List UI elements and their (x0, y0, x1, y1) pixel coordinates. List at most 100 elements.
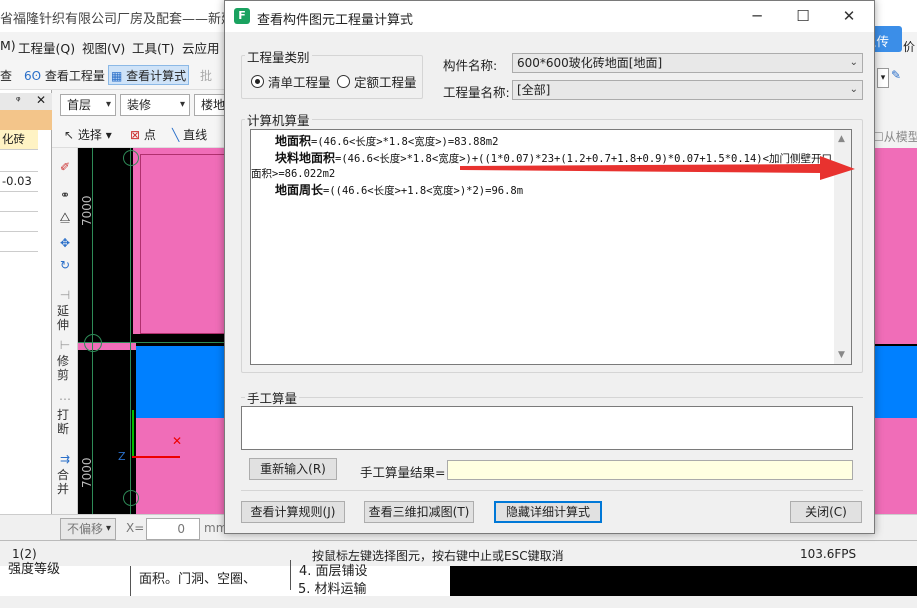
axis-bubble (123, 490, 139, 506)
radio-quota-quantity[interactable]: 定额工程量 (337, 72, 417, 91)
formula-icon: ▦ (111, 69, 123, 83)
extend-button[interactable]: 延伸 (56, 304, 70, 332)
property-row[interactable] (0, 232, 38, 252)
doc-cell: 强度等级 (8, 562, 61, 577)
pencil-icon[interactable]: ✎ (891, 68, 901, 82)
app-logo-icon: F (234, 8, 250, 24)
x-axis-icon: ✕ (172, 434, 183, 448)
line-tool-button[interactable]: ╲ 直线 (172, 126, 207, 143)
point-icon: ⊠ (130, 128, 141, 142)
property-row[interactable]: -0.03 (0, 172, 38, 192)
x-label: X= (126, 521, 145, 535)
hide-detail-formula-button[interactable]: 隐藏详细计算式 (494, 501, 602, 523)
view-quantity-button[interactable]: 6ʘ 查看工程量 (24, 66, 105, 86)
calc-section-label: 计算机算量 (245, 110, 312, 129)
menu-item-tools[interactable]: 工具(T) (132, 38, 174, 57)
divider (241, 490, 863, 491)
drawing-canvas-right[interactable] (873, 148, 917, 514)
property-row[interactable] (0, 192, 38, 212)
toolbar-frag-right[interactable]: 批 (200, 66, 212, 86)
quantity-formula-dialog: F 查看构件图元工程量计算式 ─ ☐ ✕ 工程量类别 清单工程量 定额工程量 构… (224, 0, 875, 534)
property-row[interactable]: 化砖 (0, 130, 38, 150)
y-axis-indicator (132, 410, 134, 458)
component-name-label: 构件名称: (443, 58, 498, 73)
close-icon[interactable]: ✕ (36, 93, 46, 107)
pin-icon[interactable]: ᵠ (16, 94, 21, 107)
chevron-down-icon: ⌄ (849, 57, 858, 68)
dialog-title-bar[interactable]: F 查看构件图元工程量计算式 ─ ☐ ✕ (225, 1, 874, 32)
merge-button[interactable]: 合并 (56, 468, 70, 496)
properties-panel: ᵠ ✕ 化砖 -0.03 (0, 90, 52, 514)
from-model-button[interactable]: ☐从模型 (873, 128, 917, 145)
break-button[interactable]: 打断 (56, 408, 70, 436)
menu-item-quantity[interactable]: 工程量(Q) (18, 38, 75, 57)
minimize-button[interactable]: ─ (734, 1, 780, 32)
scroll-down-icon[interactable]: ▼ (838, 350, 845, 360)
close-window-button[interactable]: ✕ (826, 1, 872, 32)
view-formula-button[interactable]: ▦ 查看计算式 (108, 65, 190, 85)
manual-input-area[interactable] (241, 406, 853, 450)
status-bar: 1(2) 按鼠标左键选择图元，按右键中止或ESC键取消 103.6FPS (0, 540, 917, 566)
radio-list-quantity[interactable]: 清单工程量 (251, 72, 331, 91)
right-frag-price: 价 (903, 40, 916, 54)
red-arrow-annotation (460, 156, 855, 180)
divider (241, 397, 863, 398)
trim-icon: ⊢ (59, 338, 71, 352)
component-name-select[interactable]: 600*600玻化砖地面[地面] ⌄ (512, 53, 863, 73)
close-button[interactable]: 关闭(C) (790, 501, 862, 523)
quantity-type-label: 工程量类别 (245, 47, 312, 66)
drawing-canvas[interactable]: 7000 7000 ✕ Z (78, 148, 225, 514)
toolbar-frag[interactable]: 查 (0, 66, 12, 86)
manual-result-field[interactable] (447, 460, 853, 480)
property-row[interactable] (0, 152, 38, 172)
mirror-icon[interactable]: ⧋ (56, 210, 74, 224)
category-select[interactable]: 装修 ▾ (120, 94, 190, 116)
x-input[interactable]: 0 (146, 518, 200, 540)
floor-outline (140, 154, 225, 334)
trim-button[interactable]: 修剪 (56, 354, 70, 382)
z-axis-icon: Z (118, 450, 126, 463)
blue-region[interactable] (873, 346, 917, 418)
x-axis-indicator (132, 456, 180, 458)
chevron-down-icon: ▾ (179, 99, 185, 110)
glasses-icon: 6ʘ (24, 69, 42, 83)
break-icon: ⋯ (59, 392, 71, 406)
radio-selected-icon (251, 75, 264, 88)
doc-cell: 面积。门洞、空圈、 (130, 566, 290, 596)
floor-select[interactable]: 首层 ▾ (60, 94, 116, 116)
view-3d-deduction-button[interactable]: 查看三维扣减图(T) (364, 501, 474, 523)
background-document: 强度等级 面积。门洞、空圈、 4. 面层铺设 5. 材料运输 (0, 560, 917, 597)
pink-floor-region[interactable] (873, 148, 917, 344)
view-formula-label: 查看计算式 (126, 69, 187, 83)
point-tool-button[interactable]: ⊠ 点 (130, 126, 156, 143)
quantity-name-select[interactable]: [全部] ⌄ (512, 80, 863, 100)
manual-section-label: 手工算量 (245, 388, 300, 407)
dimension-label: 7000 (80, 195, 94, 226)
dropdown-arrow-icon[interactable]: ▾ (877, 68, 889, 88)
brush-icon[interactable]: ✐ (56, 160, 74, 174)
merge-icon: ⇉ (59, 452, 71, 466)
chevron-down-icon: ▾ (105, 99, 111, 110)
move-icon[interactable]: ✥ (56, 236, 74, 250)
dimension-label: 7000 (80, 457, 94, 488)
formula-line-tile-area-cont: 面积>=86.022m2 (251, 168, 336, 180)
menu-item-cloud[interactable]: 云应用 (182, 38, 220, 57)
menu-item-frag[interactable]: M) (0, 38, 16, 53)
menu-item-view[interactable]: 视图(V) (82, 38, 125, 57)
panel-header: ᵠ ✕ (0, 93, 52, 111)
line-icon: ╲ (172, 128, 180, 142)
property-row[interactable] (0, 212, 38, 232)
maximize-button[interactable]: ☐ (780, 1, 826, 32)
rotate-icon[interactable]: ↻ (56, 258, 74, 272)
select-tool-button[interactable]: ↖ 选择 ▾ (64, 126, 112, 143)
view-rules-button[interactable]: 查看计算规则(J) (241, 501, 345, 523)
pink-floor-region-lower[interactable] (873, 418, 917, 514)
cursor-icon: ↖ (64, 128, 75, 142)
copy-icon[interactable]: ⚭ (56, 188, 74, 202)
offset-select[interactable]: 不偏移 ▾ (60, 518, 116, 540)
pink-floor-region-lower[interactable] (136, 418, 225, 514)
scroll-up-icon[interactable]: ▲ (838, 134, 845, 144)
dark-region (450, 566, 917, 596)
blue-region[interactable] (136, 346, 225, 418)
reenter-button[interactable]: 重新输入(R) (249, 458, 337, 480)
